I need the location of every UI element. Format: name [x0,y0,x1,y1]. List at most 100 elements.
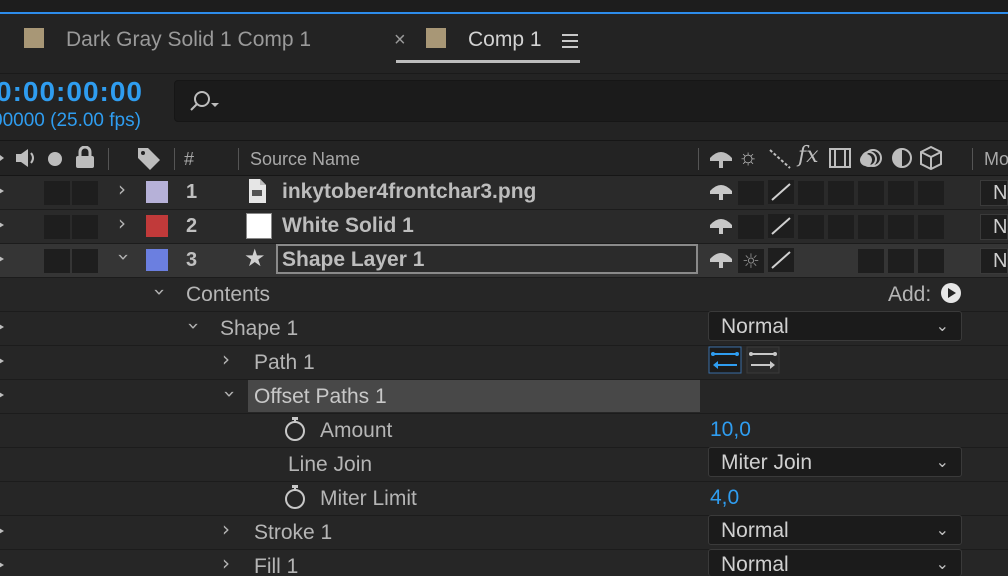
tab-comp-1[interactable]: Comp 1 [468,28,542,52]
video-toggle-header-icon [0,150,6,166]
collapse-cell[interactable] [738,215,764,239]
search-icon [190,91,219,111]
solo-cell[interactable] [44,181,70,205]
mode-column-header[interactable]: Mo [984,149,1008,170]
miter-limit-row[interactable] [0,482,1008,516]
chevron-down-icon: ⌄ [935,556,949,573]
video-toggle-icon[interactable] [0,252,10,266]
layer-number: 1 [186,181,198,203]
offset-paths-label[interactable]: Offset Paths 1 [254,385,387,409]
shy-icon[interactable] [708,248,734,270]
active-tab-underline [396,60,580,63]
3d-cell[interactable] [918,181,944,205]
effects-cell[interactable] [798,249,824,273]
mode-dropdown[interactable]: N [980,214,1008,240]
effects-cell[interactable] [798,181,824,205]
close-tab-icon[interactable]: × [394,29,406,52]
lock-cell[interactable] [72,181,98,205]
quality-icon[interactable] [768,214,794,238]
frame-blend-cell[interactable] [828,215,854,239]
miter-limit-value[interactable]: 4,0 [710,486,739,510]
window-top-strip [0,0,1008,14]
current-time-display[interactable]: 0:00:00:00 [0,76,143,108]
video-toggle-icon[interactable] [0,354,10,368]
amount-row[interactable] [0,414,1008,448]
motion-blur-cell[interactable] [858,249,884,273]
collapse-chevron-icon[interactable]: › [112,253,136,261]
layer-number: 3 [186,249,198,271]
layer-label-color[interactable] [146,181,168,203]
lock-cell[interactable] [72,215,98,239]
effects-cell[interactable] [798,215,824,239]
3d-cell[interactable] [918,249,944,273]
dropdown-value: Normal [721,315,789,338]
stopwatch-icon[interactable] [284,484,306,510]
stroke1-expand-chevron-icon[interactable]: › [222,517,230,541]
search-input[interactable] [174,80,1008,122]
lock-cell[interactable] [72,249,98,273]
video-toggle-icon[interactable] [0,218,10,232]
3d-cell[interactable] [918,215,944,239]
offset-paths-collapse-chevron-icon[interactable]: › [218,390,242,398]
motion-blur-cell[interactable] [858,181,884,205]
layer-number: 2 [186,215,198,237]
video-toggle-icon[interactable] [0,558,10,572]
motion-blur-cell[interactable] [858,215,884,239]
quality-header-icon [769,149,791,169]
fill1-label: Fill 1 [254,555,299,576]
path1-row[interactable] [0,346,1008,380]
expand-chevron-icon[interactable]: › [118,177,126,201]
layer-label-color[interactable] [146,249,168,271]
contents-collapse-chevron-icon[interactable]: › [148,288,172,296]
video-toggle-icon[interactable] [0,320,10,334]
header-separator [972,148,973,170]
source-name-column-header[interactable]: Source Name [250,149,360,170]
path-direction-reverse-icon[interactable] [708,346,742,374]
chevron-down-icon: ⌄ [935,522,949,539]
frame-blend-cell[interactable] [828,181,854,205]
fill1-expand-chevron-icon[interactable]: › [222,551,230,575]
shy-icon[interactable] [708,214,734,236]
add-menu-label[interactable]: Add: [888,283,931,307]
solo-cell[interactable] [44,249,70,273]
path1-expand-chevron-icon[interactable]: › [222,347,230,371]
layer-name[interactable]: Shape Layer 1 [282,248,424,272]
tab-dark-gray-comp[interactable]: Dark Gray Solid 1 Comp 1 [66,28,311,52]
shape1-collapse-chevron-icon[interactable]: › [182,322,206,330]
video-toggle-icon[interactable] [0,524,10,538]
adjustment-cell[interactable] [888,249,914,273]
tab-comp-color-swatch [24,28,44,48]
audio-header-icon [16,149,34,167]
quality-icon[interactable] [768,248,794,272]
stroke1-blend-mode-dropdown[interactable]: Normal ⌄ [708,515,962,545]
video-toggle-icon[interactable] [0,388,10,402]
collapse-transform-icon[interactable]: ☼ [738,249,764,273]
layer-label-color[interactable] [146,215,168,237]
shy-icon[interactable] [708,180,734,202]
adjustment-cell[interactable] [888,215,914,239]
layer-name[interactable]: inkytober4frontchar3.png [282,180,536,204]
adjustment-cell[interactable] [888,181,914,205]
expand-chevron-icon[interactable]: › [118,211,126,235]
stopwatch-icon[interactable] [284,416,306,442]
quality-icon[interactable] [768,180,794,204]
fill1-blend-mode-dropdown[interactable]: Normal ⌄ [708,549,962,576]
number-column-header[interactable]: # [184,149,194,170]
layer-name[interactable]: White Solid 1 [282,214,414,238]
path-direction-forward-icon[interactable] [746,346,780,374]
shape1-blend-mode-dropdown[interactable]: Normal ⌄ [708,311,962,341]
path1-label: Path 1 [254,351,315,374]
panel-menu-icon[interactable] [562,34,578,52]
collapse-cell[interactable] [738,181,764,205]
add-menu-play-icon[interactable] [940,282,962,304]
mode-dropdown[interactable]: N [980,180,1008,206]
line-join-dropdown[interactable]: Miter Join ⌄ [708,447,962,477]
motion-blur-header-icon [860,149,882,167]
stroke1-label: Stroke 1 [254,521,333,544]
video-toggle-icon[interactable] [0,184,10,198]
solo-cell[interactable] [44,215,70,239]
label-header-icon [138,148,160,170]
star-icon: ★ [244,244,266,272]
mode-dropdown[interactable]: N [980,248,1008,274]
amount-value[interactable]: 10,0 [710,418,751,442]
